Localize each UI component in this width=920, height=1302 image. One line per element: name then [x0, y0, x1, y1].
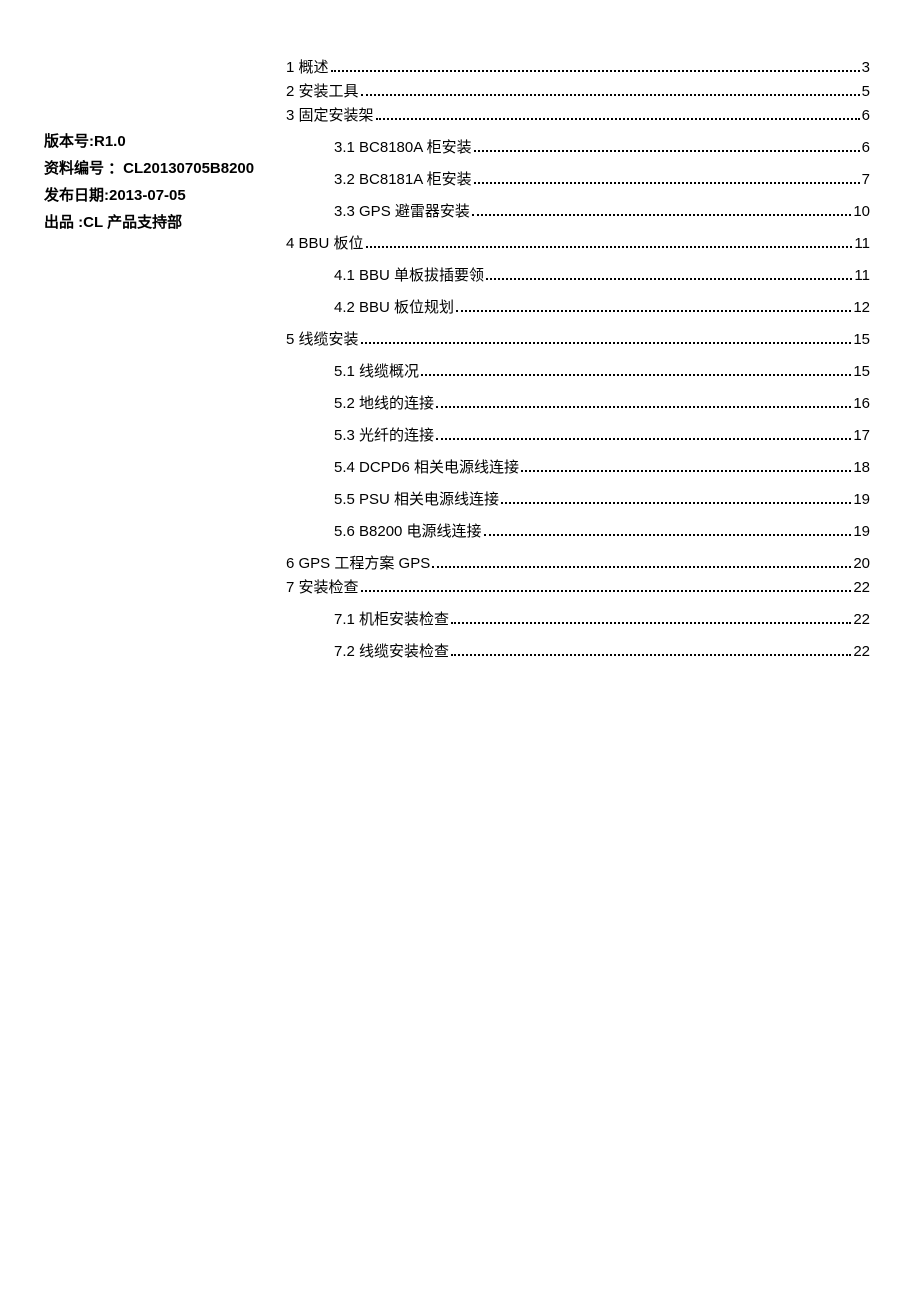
toc-entry: 3 固定安装架 6 [286, 106, 870, 125]
table-of-contents: 1 概述 32 安装工具 53 固定安装架 63.1 BC8180A 柜安装 6… [286, 58, 870, 674]
publisher-row: 出品 :CL 产品支持部 [44, 209, 274, 236]
toc-entry: 5.3 光纤的连接 17 [286, 426, 870, 445]
version-label: 版本号: [44, 133, 94, 150]
toc-entry: 5.1 线缆概况 15 [286, 362, 870, 381]
toc-leader-dots [501, 502, 851, 504]
toc-entry-title: 5.3 光纤的连接 [334, 426, 434, 445]
toc-entry-title: 7 安装检查 [286, 578, 359, 597]
toc-entry-page: 17 [853, 426, 870, 445]
toc-leader-dots [486, 278, 852, 280]
publisher-label: 出品 : [44, 214, 83, 231]
toc-leader-dots [474, 182, 860, 184]
toc-entry-page: 10 [853, 202, 870, 221]
pubdate-row: 发布日期:2013-07-05 [44, 182, 274, 209]
docnum-value: CL20130705B8200 [123, 160, 254, 177]
toc-entry-page: 5 [862, 82, 870, 101]
toc-entry-page: 7 [862, 170, 870, 189]
toc-entry-page: 3 [862, 58, 870, 77]
toc-leader-dots [451, 622, 851, 624]
toc-entry: 5 线缆安装 15 [286, 330, 870, 349]
toc-entry: 3.1 BC8180A 柜安装 6 [286, 138, 870, 157]
toc-entry: 7.2 线缆安装检查 22 [286, 642, 870, 661]
toc-entry-title: 3.1 BC8180A 柜安装 [334, 138, 472, 157]
toc-entry: 5.6 B8200 电源线连接 19 [286, 522, 870, 541]
toc-leader-dots [331, 70, 860, 72]
toc-entry-title: 4 BBU 板位 [286, 234, 364, 253]
toc-entry: 7.1 机柜安装检查 22 [286, 610, 870, 629]
toc-entry: 1 概述 3 [286, 58, 870, 77]
toc-entry-page: 15 [853, 330, 870, 349]
toc-entry-page: 22 [853, 610, 870, 629]
toc-leader-dots [436, 438, 851, 440]
toc-entry: 4.2 BBU 板位规划 12 [286, 298, 870, 317]
toc-leader-dots [474, 150, 860, 152]
toc-entry-title: 4.2 BBU 板位规划 [334, 298, 454, 317]
toc-leader-dots [432, 566, 851, 568]
toc-entry-title: 3.3 GPS 避雷器安装 [334, 202, 470, 221]
version-row: 版本号:R1.0 [44, 128, 274, 155]
toc-entry-title: 5.2 地线的连接 [334, 394, 434, 413]
toc-entry-page: 12 [853, 298, 870, 317]
toc-leader-dots [436, 406, 851, 408]
toc-entry-page: 11 [854, 266, 870, 285]
document-page: 版本号:R1.0 资料编号 ：CL20130705B8200 发布日期:2013… [0, 0, 920, 1302]
toc-entry-page: 22 [853, 642, 870, 661]
toc-entry-title: 7.2 线缆安装检查 [334, 642, 449, 661]
pubdate-value: 2013-07-05 [109, 187, 186, 204]
toc-entry-title: 5 线缆安装 [286, 330, 359, 349]
toc-leader-dots [366, 246, 853, 248]
toc-entry: 6 GPS 工程方案 GPS 20 [286, 554, 870, 573]
toc-leader-dots [361, 94, 860, 96]
toc-entry-title: 7.1 机柜安装检查 [334, 610, 449, 629]
toc-leader-dots [376, 118, 860, 120]
toc-entry-title: 2 安装工具 [286, 82, 359, 101]
toc-entry-page: 6 [862, 106, 870, 125]
publisher-value: CL 产品支持部 [83, 214, 182, 231]
version-value: R1.0 [94, 133, 126, 150]
toc-leader-dots [456, 310, 851, 312]
toc-entry: 5.2 地线的连接 16 [286, 394, 870, 413]
toc-entry-title: 5.1 线缆概况 [334, 362, 419, 381]
toc-entry-title: 5.6 B8200 电源线连接 [334, 522, 482, 541]
toc-entry-title: 4.1 BBU 单板拔插要领 [334, 266, 484, 285]
toc-entry-page: 20 [853, 554, 870, 573]
toc-entry-title: 1 概述 [286, 58, 329, 77]
toc-leader-dots [361, 590, 852, 592]
toc-entry: 5.5 PSU 相关电源线连接 19 [286, 490, 870, 509]
toc-entry: 7 安装检查 22 [286, 578, 870, 597]
toc-leader-dots [484, 534, 852, 536]
toc-entry-title: 3 固定安装架 [286, 106, 374, 125]
docnum-label: 资料编号 ： [44, 160, 123, 177]
toc-leader-dots [521, 470, 851, 472]
toc-entry: 3.2 BC8181A 柜安装 7 [286, 170, 870, 189]
toc-entry-page: 19 [853, 490, 870, 509]
pubdate-label: 发布日期: [44, 187, 109, 204]
toc-entry-page: 11 [854, 234, 870, 253]
toc-entry-page: 16 [853, 394, 870, 413]
toc-entry-title: 5.4 DCPD6 相关电源线连接 [334, 458, 519, 477]
toc-entry-title: 6 GPS 工程方案 GPS [286, 554, 430, 573]
toc-entry: 4 BBU 板位 11 [286, 234, 870, 253]
metadata-sidebar: 版本号:R1.0 资料编号 ：CL20130705B8200 发布日期:2013… [44, 128, 274, 236]
toc-leader-dots [421, 374, 851, 376]
toc-entry-page: 22 [853, 578, 870, 597]
toc-entry-title: 5.5 PSU 相关电源线连接 [334, 490, 499, 509]
toc-leader-dots [472, 214, 851, 216]
toc-entry-title: 3.2 BC8181A 柜安装 [334, 170, 472, 189]
toc-entry: 5.4 DCPD6 相关电源线连接 18 [286, 458, 870, 477]
toc-entry: 3.3 GPS 避雷器安装 10 [286, 202, 870, 221]
docnum-row: 资料编号 ：CL20130705B8200 [44, 155, 274, 182]
toc-entry: 2 安装工具 5 [286, 82, 870, 101]
toc-entry-page: 19 [853, 522, 870, 541]
toc-leader-dots [451, 654, 851, 656]
toc-entry-page: 18 [853, 458, 870, 477]
toc-leader-dots [361, 342, 852, 344]
toc-entry-page: 6 [862, 138, 870, 157]
toc-entry-page: 15 [853, 362, 870, 381]
toc-entry: 4.1 BBU 单板拔插要领 11 [286, 266, 870, 285]
